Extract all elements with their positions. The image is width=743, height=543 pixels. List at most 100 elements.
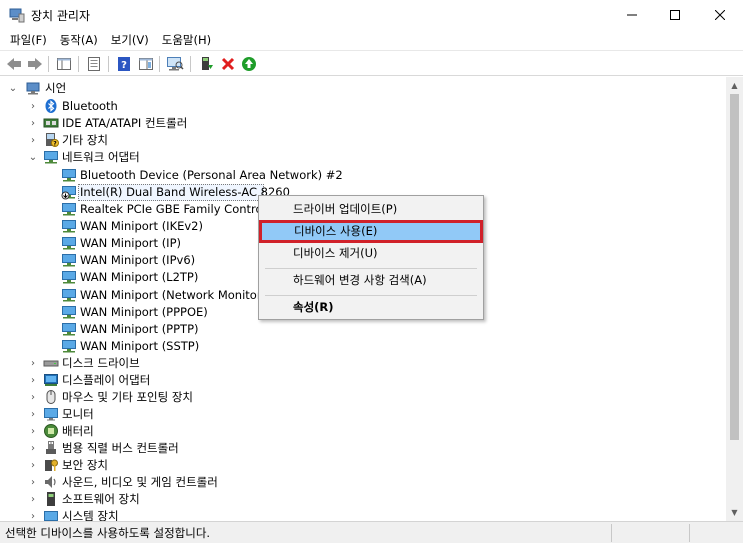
scroll-up-icon[interactable]: ▲ — [726, 77, 743, 94]
svg-text:?: ? — [121, 60, 127, 71]
device-label: Bluetooth Device (Personal Area Network)… — [80, 168, 343, 182]
category-label: 디스크 드라이브 — [62, 356, 140, 370]
security-device-icon — [43, 457, 59, 473]
menu-action[interactable]: 동작(A) — [54, 30, 105, 50]
sound-icon — [43, 474, 59, 490]
tree-device-row[interactable]: WAN Miniport (SSTP) — [0, 338, 320, 355]
display-adapter-icon — [43, 372, 59, 388]
category-label: 네트워크 어댑터 — [62, 150, 140, 164]
expand-chevron-icon[interactable]: › — [28, 423, 38, 440]
context-properties[interactable]: 속성(R) — [261, 296, 481, 318]
device-label: WAN Miniport (IP) — [80, 236, 181, 250]
help-icon[interactable]: ? — [115, 55, 133, 73]
expand-chevron-icon[interactable]: › — [28, 440, 38, 457]
tree-root[interactable]: ⌄ 시언 — [0, 80, 300, 97]
tree-category-ide[interactable]: › IDE ATA/ATAPI 컨트롤러 — [0, 115, 300, 132]
scan-hardware-icon[interactable] — [166, 55, 184, 73]
category-label: 모니터 — [62, 407, 94, 421]
device-manager-app-icon — [9, 7, 25, 23]
vertical-scrollbar[interactable]: ▲ ▼ — [726, 77, 743, 521]
scroll-down-icon[interactable]: ▼ — [726, 504, 743, 521]
expand-chevron-icon[interactable]: › — [28, 389, 38, 406]
category-label: IDE ATA/ATAPI 컨트롤러 — [62, 116, 188, 130]
expand-chevron-icon[interactable]: › — [28, 132, 38, 149]
mouse-icon — [43, 389, 59, 405]
tree-category-usb[interactable]: › 범용 직렬 버스 컨트롤러 — [0, 440, 300, 457]
device-label: WAN Miniport (PPPOE) — [80, 305, 208, 319]
network-adapter-icon — [61, 252, 77, 268]
network-adapter-icon — [61, 338, 77, 354]
menu-view[interactable]: 보기(V) — [105, 30, 156, 50]
expand-chevron-icon[interactable]: › — [28, 98, 38, 115]
title-bar: 장치 관리자 — [0, 0, 743, 30]
collapse-chevron-icon[interactable]: ⌄ — [8, 80, 18, 97]
collapse-chevron-icon[interactable]: ⌄ — [28, 149, 38, 166]
network-adapter-icon — [61, 287, 77, 303]
tree-category-system[interactable]: › 시스템 장치 — [0, 508, 300, 521]
expand-chevron-icon[interactable]: › — [28, 508, 38, 521]
context-scan-hardware[interactable]: 하드웨어 변경 사항 검색(A) — [261, 269, 481, 291]
tree-category-network[interactable]: ⌄ 네트워크 어댑터 — [0, 149, 300, 166]
device-label: WAN Miniport (IPv6) — [80, 253, 196, 267]
forward-icon[interactable] — [26, 55, 44, 73]
tree-category-battery[interactable]: › 배터리 — [0, 423, 300, 440]
device-label: WAN Miniport (PPTP) — [80, 322, 199, 336]
tree-category-sound[interactable]: › 사운드, 비디오 및 게임 컨트롤러 — [0, 474, 300, 491]
properties-icon[interactable] — [85, 55, 103, 73]
expand-chevron-icon[interactable]: › — [28, 372, 38, 389]
expand-chevron-icon[interactable]: › — [28, 457, 38, 474]
status-bar: 선택한 디바이스를 사용하도록 설정합니다. — [0, 521, 743, 543]
update-driver-icon[interactable] — [197, 55, 215, 73]
category-label: 소프트웨어 장치 — [62, 492, 140, 506]
network-adapter-icon — [61, 218, 77, 234]
tree-category-mouse[interactable]: › 마우스 및 기타 포인팅 장치 — [0, 389, 300, 406]
category-label: Bluetooth — [62, 99, 118, 113]
device-label: WAN Miniport (IKEv2) — [80, 219, 203, 233]
console-tree-icon[interactable] — [137, 55, 155, 73]
tree-device-row[interactable]: Bluetooth Device (Personal Area Network)… — [0, 167, 343, 184]
uninstall-icon[interactable] — [219, 55, 237, 73]
tree-root-label: 시언 — [45, 81, 67, 95]
toolbar: ? — [0, 50, 743, 76]
context-update-driver[interactable]: 드라이버 업데이트(P) — [261, 198, 481, 220]
tree-category-other[interactable]: › ? 기타 장치 — [0, 132, 300, 149]
expand-chevron-icon[interactable]: › — [28, 406, 38, 423]
network-adapter-icon — [43, 149, 59, 165]
tree-category-disk[interactable]: › 디스크 드라이브 — [0, 355, 300, 372]
tree-category-bluetooth[interactable]: › Bluetooth — [0, 98, 300, 115]
enable-device-icon[interactable] — [240, 55, 258, 73]
show-hide-tree-icon[interactable] — [55, 55, 73, 73]
network-adapter-icon — [61, 201, 77, 217]
tree-category-monitor[interactable]: › 모니터 — [0, 406, 300, 423]
close-button[interactable] — [697, 0, 743, 30]
menu-help[interactable]: 도움말(H) — [156, 30, 218, 50]
expand-chevron-icon[interactable]: › — [28, 474, 38, 491]
maximize-button[interactable] — [652, 0, 698, 30]
tree-category-software[interactable]: › 소프트웨어 장치 — [0, 491, 300, 508]
category-label: 시스템 장치 — [62, 509, 119, 521]
category-label: 마우스 및 기타 포인팅 장치 — [62, 390, 194, 404]
category-label: 배터리 — [62, 424, 94, 438]
network-adapter-icon — [61, 269, 77, 285]
menu-file[interactable]: 파일(F) — [4, 30, 54, 50]
device-label: Realtek PCIe GBE Family Controller — [80, 202, 281, 216]
expand-chevron-icon[interactable]: › — [28, 115, 38, 132]
category-label: 보안 장치 — [62, 458, 108, 472]
status-text: 선택한 디바이스를 사용하도록 설정합니다. — [5, 526, 211, 540]
tree-category-display[interactable]: › 디스플레이 어댑터 — [0, 372, 300, 389]
network-adapter-icon — [61, 235, 77, 251]
expand-chevron-icon[interactable]: › — [28, 355, 38, 372]
category-label: 사운드, 비디오 및 게임 컨트롤러 — [62, 475, 218, 489]
minimize-button[interactable] — [609, 0, 655, 30]
back-icon[interactable] — [5, 55, 23, 73]
category-label: 범용 직렬 버스 컨트롤러 — [62, 441, 179, 455]
usb-controller-icon — [43, 440, 59, 456]
expand-chevron-icon[interactable]: › — [28, 491, 38, 508]
bluetooth-icon — [43, 98, 59, 114]
context-enable-device[interactable]: 디바이스 사용(E) — [259, 220, 483, 243]
device-label: WAN Miniport (SSTP) — [80, 339, 200, 353]
tree-category-security[interactable]: › 보안 장치 — [0, 457, 300, 474]
context-uninstall-device[interactable]: 디바이스 제거(U) — [261, 242, 481, 264]
tree-device-row[interactable]: WAN Miniport (PPTP) — [0, 321, 320, 338]
scrollbar-thumb[interactable] — [730, 94, 739, 440]
